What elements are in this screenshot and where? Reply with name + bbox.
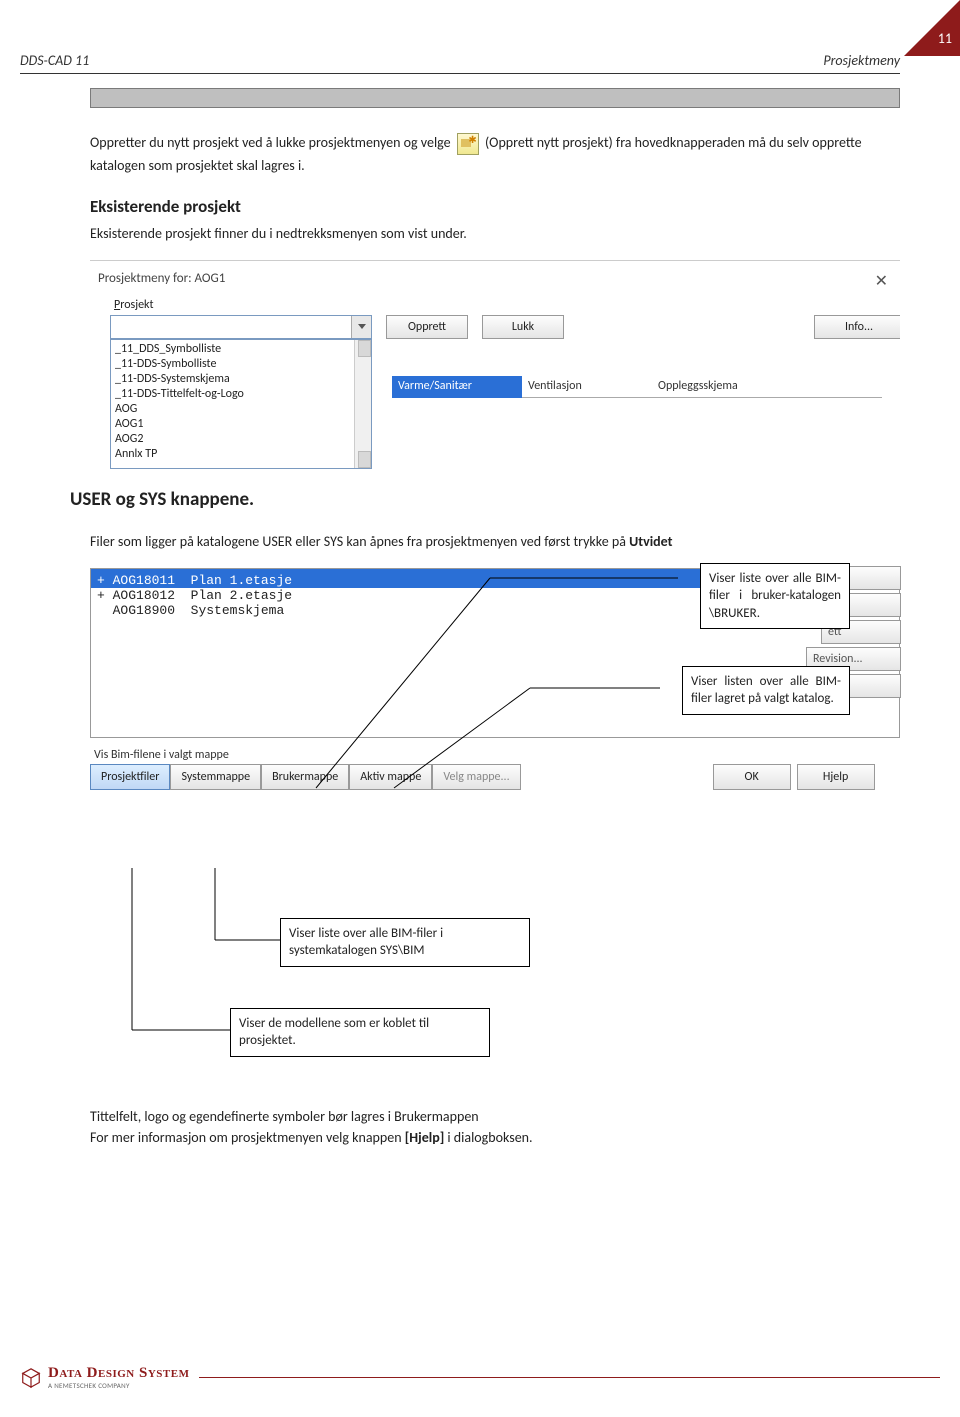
info-button[interactable]: Info... — [814, 315, 900, 339]
list-item[interactable]: _11-DDS-Symbolliste — [115, 357, 354, 372]
button-row: Prosjektfiler Systemmappe Brukermappe Ak… — [90, 764, 900, 790]
close-icon[interactable]: ✕ — [875, 271, 888, 291]
closing-block: Tittelfelt, logo og egendefinerte symbol… — [90, 1106, 900, 1148]
intro-paragraph: Oppretter du nytt prosjekt ved å lukke p… — [90, 132, 900, 176]
callout-modeller: Viser de modellene som er koblet til pro… — [230, 1008, 490, 1057]
tab-ventilasjon[interactable]: Ventilasjon — [522, 376, 652, 398]
row-mark: + — [97, 588, 113, 603]
page-corner — [904, 0, 960, 56]
systemmappe-button[interactable]: Systemmappe — [170, 764, 261, 790]
user-sys-text: Filer som ligger på katalogene USER elle… — [90, 531, 900, 552]
opprett-button[interactable]: Opprett — [386, 315, 468, 339]
project-combo-input[interactable] — [111, 316, 351, 338]
callout-katalog: Viser listen over alle BIM-filer lagret … — [682, 666, 850, 715]
header-right: Prosjektmeny — [823, 52, 900, 69]
dialog-title: Prosjektmeny for: AOG1 — [90, 261, 900, 294]
row-code: AOG18900 — [113, 603, 175, 618]
list-item[interactable]: Annlx TP — [115, 447, 354, 462]
row-code: AOG18012 — [113, 588, 175, 603]
screenshot-projectmenu: Prosjektmeny for: AOG1 ✕ Prosjekt Oppret… — [90, 260, 900, 470]
cube-icon — [20, 1367, 42, 1389]
row-mark: + — [97, 573, 113, 588]
closing-2a: For mer informasjon om prosjektmenyen ve… — [90, 1129, 405, 1146]
new-project-icon — [457, 133, 479, 155]
page-number: 11 — [938, 30, 952, 47]
list-item[interactable]: _11-DDS-Systemskjema — [115, 372, 354, 387]
aktivmappe-button[interactable]: Aktiv mappe — [349, 764, 432, 790]
velgmappe-button[interactable]: Velg mappe... — [432, 764, 520, 790]
prosjektfiler-button[interactable]: Prosjektfiler — [90, 764, 170, 790]
user-sys-heading: USER og SYS knappene. — [70, 488, 920, 511]
tab-varme[interactable]: Varme/Sanitær — [392, 376, 522, 398]
list-item[interactable]: _11_DDS_Symbolliste — [115, 342, 354, 357]
existing-heading: Eksisterende prosjekt — [90, 196, 900, 217]
callout-bruker: Viser liste over alle BIM-filer i bruker… — [700, 563, 850, 630]
doc-header: DDS-CAD 11 Prosjektmeny — [20, 52, 900, 74]
bim-label: Vis Bim-filene i valgt mappe — [94, 748, 900, 762]
header-left: DDS-CAD 11 — [20, 52, 89, 69]
project-dropdown-list[interactable]: _11_DDS_Symbolliste _11-DDS-Symbolliste … — [111, 340, 354, 468]
utvidet-bold: Utvidet — [629, 533, 672, 550]
list-item[interactable]: AOG1 — [115, 417, 354, 432]
brand-name: Data Design System — [48, 1366, 189, 1381]
brand-sub: A NEMETSCHEK COMPANY — [48, 1382, 189, 1389]
callout-sysbim: Viser liste over alle BIM-filer i system… — [280, 918, 530, 967]
brukermappe-button[interactable]: Brukermappe — [261, 764, 349, 790]
project-combo[interactable] — [110, 315, 372, 339]
row-desc: Plan 2.etasje — [191, 588, 292, 603]
list-item[interactable]: AOG2 — [115, 432, 354, 447]
lukk-button[interactable]: Lukk — [482, 315, 564, 339]
row-code: AOG18011 — [113, 573, 175, 588]
tabs-row: Varme/Sanitær Ventilasjon Oppleggsskjema — [392, 376, 882, 398]
menu-prosjekt[interactable]: Prosjekt — [114, 298, 900, 312]
footer-logo: Data Design System A NEMETSCHEK COMPANY — [20, 1366, 189, 1389]
list-item[interactable]: AOG — [115, 402, 354, 417]
footer-rule — [199, 1377, 940, 1378]
footer: Data Design System A NEMETSCHEK COMPANY — [20, 1366, 940, 1389]
row-desc: Plan 1.etasje — [191, 573, 292, 588]
chevron-down-icon[interactable] — [351, 316, 371, 338]
existing-text: Eksisterende prosjekt finner du i nedtre… — [90, 223, 900, 244]
gray-bar — [90, 88, 900, 108]
list-item[interactable]: _11-DDS-Tittelfelt-og-Logo — [115, 387, 354, 402]
row-desc: Systemskjema — [191, 603, 285, 618]
user-sys-a: Filer som ligger på katalogene USER elle… — [90, 533, 629, 550]
hjelp-button[interactable]: Hjelp — [797, 764, 875, 790]
project-dropdown[interactable]: _11_DDS_Symbolliste _11-DDS-Symbolliste … — [110, 339, 372, 469]
ok-button[interactable]: OK — [713, 764, 791, 790]
hjelp-bold: [Hjelp] — [405, 1129, 445, 1146]
closing-2c: i dialogboksen. — [444, 1129, 532, 1146]
menu-rest: rosjekt — [120, 298, 153, 312]
closing-line1: Tittelfelt, logo og egendefinerte symbol… — [90, 1106, 900, 1127]
tab-oppleggsskjema[interactable]: Oppleggsskjema — [652, 376, 882, 398]
scrollbar[interactable] — [354, 340, 371, 468]
intro-a: Oppretter du nytt prosjekt ved å lukke p… — [90, 134, 454, 151]
row-mark — [97, 603, 113, 618]
callout-lines-lower — [90, 878, 900, 1078]
